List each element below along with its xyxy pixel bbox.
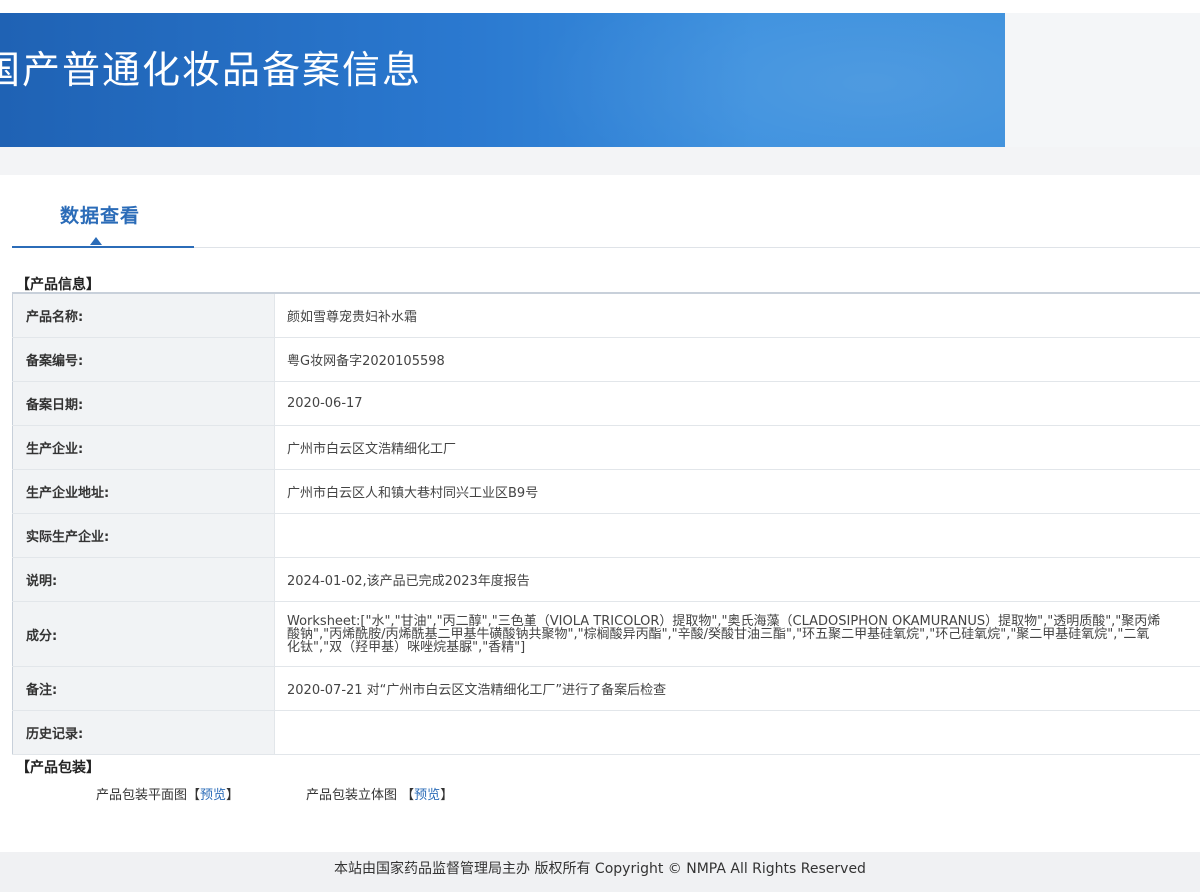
- top-strip: [0, 0, 1200, 12]
- info-row-remarks: 备注: 2020-07-21 对“广州市白云区文浩精细化工厂”进行了备案后检查: [12, 666, 1200, 711]
- footer: 本站由国家药品监督管理局主办 版权所有 Copyright © NMPA All…: [0, 852, 1200, 892]
- info-row-actual-manufacturer: 实际生产企业:: [12, 513, 1200, 558]
- info-value-cell: Worksheet:["水","甘油","丙二醇","三色堇（VIOLA TRI…: [274, 601, 1200, 667]
- info-label: 生产企业:: [12, 425, 275, 470]
- info-row-description: 说明: 2024-01-02,该产品已完成2023年度报告: [12, 557, 1200, 602]
- footer-copyright: 本站由国家药品监督管理局主办 版权所有 Copyright © NMPA All…: [334, 861, 866, 877]
- tab-data-view-label: 数据查看: [60, 205, 141, 227]
- ingredients-text: Worksheet:["水","甘油","丙二醇","三色堇（VIOLA TRI…: [287, 613, 1161, 655]
- info-label: 实际生产企业:: [12, 513, 275, 558]
- info-label: 产品名称:: [12, 293, 275, 338]
- header-side-panel: [1005, 13, 1200, 147]
- info-label: 备案编号:: [12, 337, 275, 382]
- header-divider-band: [0, 147, 1200, 175]
- tab-bar: 数据查看: [12, 175, 1200, 249]
- bracket-close: 】: [440, 788, 454, 803]
- tab-data-view[interactable]: 数据查看: [12, 175, 194, 248]
- info-label: 生产企业地址:: [12, 469, 275, 514]
- bracket-open: 【: [187, 788, 201, 803]
- info-value: 颜如雪尊宠贵妇补水霜: [274, 293, 1200, 338]
- info-row-registration-date: 备案日期: 2020-06-17: [12, 381, 1200, 426]
- packaging-item-label: 产品包装立体图: [306, 788, 398, 803]
- info-label: 历史记录:: [12, 710, 275, 755]
- info-value: 广州市白云区文浩精细化工厂: [274, 425, 1200, 470]
- info-label: 备案日期:: [12, 381, 275, 426]
- info-row-manufacturer-address: 生产企业地址: 广州市白云区人和镇大巷村同兴工业区B9号: [12, 469, 1200, 514]
- product-info-section-title: 【产品信息】: [16, 277, 100, 293]
- header-banner: 国产普通化妆品备案信息: [0, 13, 1005, 147]
- info-value: 2024-01-02,该产品已完成2023年度报告: [274, 557, 1200, 602]
- packaging-section-title: 【产品包装】: [16, 760, 100, 776]
- packaging-item-label: 产品包装平面图: [96, 788, 188, 803]
- packaging-item-flat: 产品包装平面图【预览】: [96, 784, 239, 803]
- info-row-registration-number: 备案编号: 粤G妆网备字2020105598: [12, 337, 1200, 382]
- info-label: 成分:: [12, 601, 275, 667]
- info-label: 说明:: [12, 557, 275, 602]
- info-value: 2020-07-21 对“广州市白云区文浩精细化工厂”进行了备案后检查: [274, 666, 1200, 711]
- info-value: 广州市白云区人和镇大巷村同兴工业区B9号: [274, 469, 1200, 514]
- page: 国产普通化妆品备案信息 数据查看 【产品信息】 产品名称: 颜如雪尊宠贵妇补水霜…: [0, 0, 1200, 892]
- preview-3d-link[interactable]: 预览: [414, 788, 440, 803]
- info-value: 粤G妆网备字2020105598: [274, 337, 1200, 382]
- packaging-item-3d: 产品包装立体图 【预览】: [306, 784, 453, 803]
- info-value: [274, 513, 1200, 558]
- info-value: 2020-06-17: [274, 381, 1200, 426]
- bracket-open: 【: [401, 788, 415, 803]
- info-row-ingredients: 成分: Worksheet:["水","甘油","丙二醇","三色堇（VIOLA…: [12, 601, 1200, 667]
- info-value: [274, 710, 1200, 755]
- info-row-product-name: 产品名称: 颜如雪尊宠贵妇补水霜: [12, 293, 1200, 338]
- info-row-manufacturer: 生产企业: 广州市白云区文浩精细化工厂: [12, 425, 1200, 470]
- product-info-table: 产品名称: 颜如雪尊宠贵妇补水霜 备案编号: 粤G妆网备字2020105598 …: [12, 292, 1200, 755]
- info-label: 备注:: [12, 666, 275, 711]
- preview-flat-link[interactable]: 预览: [200, 788, 226, 803]
- info-row-history: 历史记录:: [12, 710, 1200, 755]
- page-title: 国产普通化妆品备案信息: [0, 48, 423, 92]
- tab-active-caret-icon: [90, 237, 102, 245]
- bracket-close: 】: [226, 788, 240, 803]
